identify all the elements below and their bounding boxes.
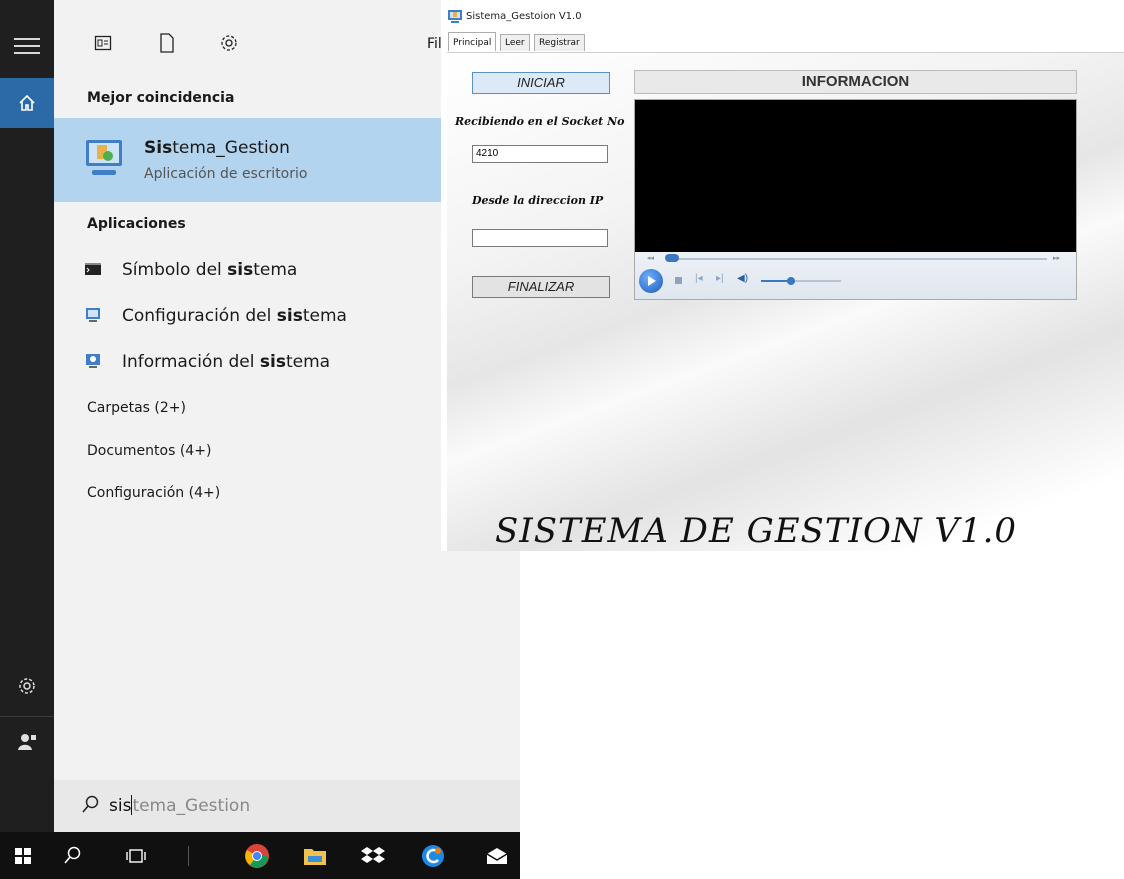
tab-registrar[interactable]: Registrar xyxy=(534,34,585,51)
start-rail xyxy=(0,0,54,832)
volume-thumb[interactable] xyxy=(787,277,795,285)
search-box[interactable]: sistema_Gestion xyxy=(54,780,520,832)
hamburger-icon[interactable] xyxy=(14,38,40,59)
taskbar-divider xyxy=(188,846,189,866)
ccleaner-icon[interactable] xyxy=(410,832,456,879)
video-screen[interactable] xyxy=(635,100,1076,252)
apps-header: Aplicaciones xyxy=(87,216,186,232)
settings-filter-icon[interactable] xyxy=(216,30,242,56)
iniciar-button[interactable]: INICIAR xyxy=(472,72,610,94)
app-result-label: Información del sistema xyxy=(122,352,331,372)
player-controls: ◂◂ ▸▸ |◂ ▸| ◀) xyxy=(635,252,1076,299)
app-banner-title: SISTEMA DE GESTION V1.0 xyxy=(495,511,1018,551)
socket-input[interactable] xyxy=(472,145,608,163)
search-icon[interactable] xyxy=(50,832,96,879)
dropbox-icon[interactable] xyxy=(350,832,396,879)
app-result-label: Símbolo del sistema xyxy=(122,260,298,280)
apps-filter-icon[interactable] xyxy=(90,30,116,56)
clipped-menu-text: Fil xyxy=(427,36,442,52)
stop-icon[interactable] xyxy=(675,277,682,284)
previous-icon[interactable]: |◂ xyxy=(695,273,703,284)
ip-input[interactable] xyxy=(472,229,608,247)
rewind-icon[interactable]: ◂◂ xyxy=(647,254,654,262)
fast-forward-icon[interactable]: ▸▸ xyxy=(1053,254,1060,262)
play-icon[interactable] xyxy=(639,269,663,293)
chrome-icon[interactable] xyxy=(234,832,280,879)
app-result-label: Configuración del sistema xyxy=(122,306,347,326)
documents-filter-icon[interactable] xyxy=(154,30,180,56)
group-settings[interactable]: Configuración (4+) xyxy=(87,485,220,501)
volume-icon[interactable]: ◀) xyxy=(737,273,748,284)
info-label: INFORMACION xyxy=(634,70,1077,94)
tab-leer[interactable]: Leer xyxy=(500,34,530,51)
window-app-icon xyxy=(447,9,463,25)
window-title: Sistema_Gestoion V1.0 xyxy=(466,11,582,22)
group-folders[interactable]: Carpetas (2+) xyxy=(87,400,186,416)
settings-icon[interactable] xyxy=(0,664,54,708)
command-prompt-icon xyxy=(84,260,102,278)
rail-divider xyxy=(0,716,54,717)
home-icon[interactable] xyxy=(0,78,54,128)
tab-content: INICIAR Recibiendo en el Socket No Desde… xyxy=(447,52,1124,551)
windows-start-icon[interactable] xyxy=(0,832,46,879)
seek-thumb[interactable] xyxy=(665,254,679,262)
app-monitor-icon xyxy=(84,136,124,180)
socket-label: Recibiendo en el Socket No xyxy=(455,115,625,128)
app-window: Sistema_Gestoion V1.0 Principal Leer Reg… xyxy=(441,0,1124,551)
system-info-icon xyxy=(84,352,102,370)
finalizar-button[interactable]: FINALIZAR xyxy=(472,276,610,298)
system-config-icon xyxy=(84,306,102,324)
file-explorer-icon[interactable] xyxy=(292,832,338,879)
seek-track[interactable] xyxy=(667,258,1047,260)
search-input[interactable]: sistema_Gestion xyxy=(109,795,250,816)
best-match-subtitle: Aplicación de escritorio xyxy=(144,166,308,182)
user-icon[interactable] xyxy=(0,720,54,764)
media-player[interactable]: ◂◂ ▸▸ |◂ ▸| ◀) xyxy=(634,99,1077,300)
tab-principal[interactable]: Principal xyxy=(448,32,497,51)
window-titlebar[interactable]: Sistema_Gestoion V1.0 xyxy=(441,0,1124,34)
mail-icon[interactable] xyxy=(474,832,520,879)
search-icon xyxy=(82,795,100,820)
ip-label: Desde la direccion IP xyxy=(472,194,604,207)
group-documents[interactable]: Documentos (4+) xyxy=(87,443,211,459)
next-icon[interactable]: ▸| xyxy=(716,273,724,284)
best-match-header: Mejor coincidencia xyxy=(87,90,235,106)
taskbar xyxy=(0,832,520,879)
task-view-icon[interactable] xyxy=(113,832,159,879)
best-match-name: Sistema_Gestion xyxy=(144,138,290,158)
